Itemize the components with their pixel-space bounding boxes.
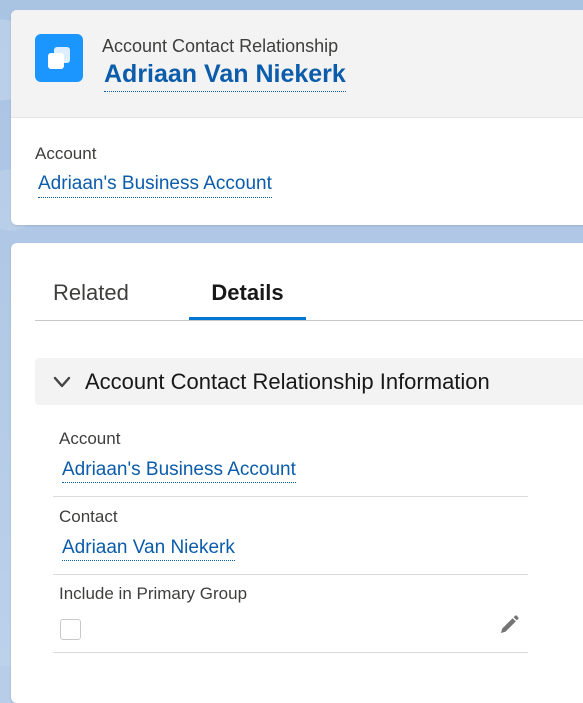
record-highlights-card: Account Contact Relationship Adriaan Van… <box>11 10 583 225</box>
section-title: Account Contact Relationship Information <box>85 368 490 394</box>
field-label: Contact <box>59 507 118 526</box>
record-header: Account Contact Relationship Adriaan Van… <box>11 10 583 118</box>
record-type-label: Account Contact Relationship <box>102 36 339 56</box>
field-include-primary-group: Include in Primary Group <box>53 579 528 653</box>
record-name-link[interactable]: Adriaan Van Niekerk <box>104 60 346 92</box>
include-primary-group-checkbox[interactable] <box>60 619 81 640</box>
field-label: Account <box>59 429 121 448</box>
contact-link[interactable]: Adriaan Van Niekerk <box>62 537 235 561</box>
chevron-down-icon <box>51 371 73 393</box>
tab-related[interactable]: Related <box>53 263 129 320</box>
field-account: Account Adriaan's Business Account <box>53 423 528 497</box>
highlight-account-link[interactable]: Adriaan's Business Account <box>38 173 272 198</box>
highlight-account-label: Account <box>35 144 97 163</box>
account-contact-relationship-icon <box>35 34 83 82</box>
account-link[interactable]: Adriaan's Business Account <box>62 459 296 483</box>
section-toggle[interactable]: Account Contact Relationship Information <box>35 358 583 405</box>
pencil-icon[interactable] <box>497 613 521 637</box>
record-detail-card: Related Details Account Contact Relation… <box>11 243 583 703</box>
tab-details[interactable]: Details <box>189 263 306 320</box>
field-label: Include in Primary Group <box>59 584 248 603</box>
field-contact: Contact Adriaan Van Niekerk <box>53 501 528 575</box>
tab-bar: Related Details <box>35 263 583 321</box>
